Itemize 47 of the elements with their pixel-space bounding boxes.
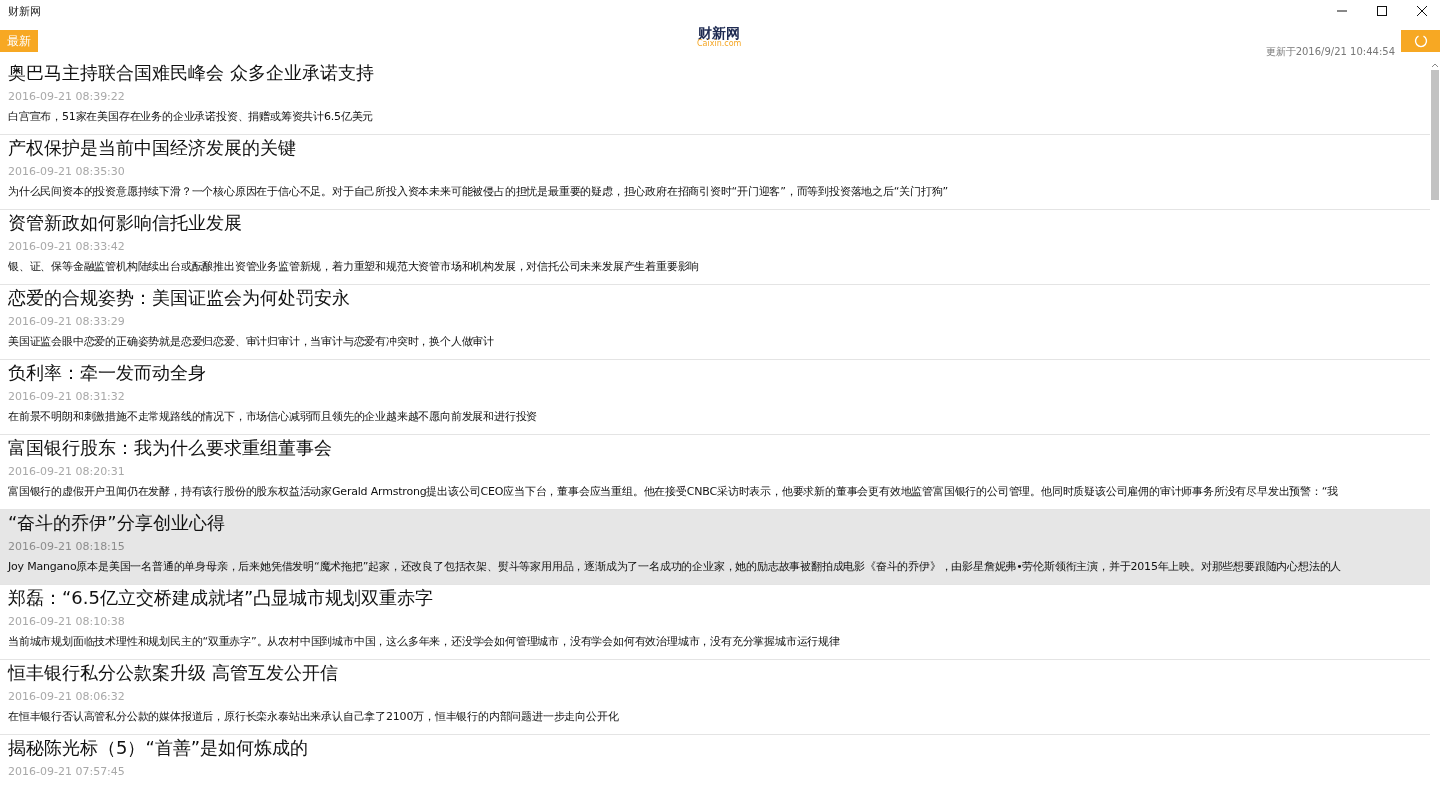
article-summary: Joy Mangano原本是美国一名普通的单身母亲，后来她凭借发明“魔术拖把”起家，还改良了包括衣架、熨斗等家用用品，逐渐成为了一名成功的企业家，她的励志故事被翻拍成电影《奋斗的乔伊》，由影星詹妮弗•劳伦斯领衔主演，并于2015年上映。对那些想要跟随内心想法的人 xyxy=(8,559,1342,575)
logo: 财新网 Caixin.com xyxy=(697,26,742,48)
article-summary: 美国证监会眼中恋爱的正确姿势就是恋爱归恋爱、审计归审计，当审计与恋爱有冲突时，换个人做审计 xyxy=(8,334,494,350)
article-time: 2016-09-21 08:33:42 xyxy=(8,240,125,254)
article-summary: 白宫宣布，51家在美国存在业务的企业承诺投资、捐赠或筹资共计6.5亿美元 xyxy=(8,109,374,125)
article-summary: 在恒丰银行否认高管私分公款的媒体报道后，原行长栾永泰站出来承认自己拿了2100万，恒丰银行的内部问题进一步走向公开化 xyxy=(8,709,619,725)
article-title: 奥巴马主持联合国难民峰会 众多企业承诺支持 xyxy=(8,61,374,85)
article-item[interactable]: 产权保护是当前中国经济发展的关键 2016-09-21 08:35:30 为什么民间资本的投资意愿持续下滑？一个核心原因在于信心不足。对于自己所投入资本未来可能被侵占的担忧是最重要的疑虑，担心政府在招商引资时“开门迎客”，而等到投资落地之后“关门打狗” xyxy=(0,135,1430,210)
article-time: 2016-09-21 08:06:32 xyxy=(8,690,125,704)
article-summary: 银、证、保等金融监管机构陆续出台或酝酿推出资管业务监管新规，着力重塑和规范大资管市场和机构发展，对信托公司未来发展产生着重要影响 xyxy=(8,259,700,275)
article-time: 2016-09-21 08:18:15 xyxy=(8,540,125,554)
maximize-icon[interactable] xyxy=(1376,5,1388,17)
refresh-button[interactable] xyxy=(1401,30,1440,52)
article-item[interactable]: 恋爱的合规姿势：美国证监会为何处罚安永 2016-09-21 08:33:29 美国证监会眼中恋爱的正确姿势就是恋爱归恋爱、审计归审计，当审计与恋爱有冲突时，换个人做审计 xyxy=(0,285,1430,360)
article-summary: 当前城市规划面临技术理性和规划民主的“双重赤字”。从农村中国到城市中国，这么多年来，还没学会如何管理城市，没有学会如何有效治理城市，没有充分掌握城市运行规律 xyxy=(8,634,840,650)
article-title: “奋斗的乔伊”分享创业心得 xyxy=(8,511,225,535)
scroll-up-icon[interactable] xyxy=(1431,62,1439,68)
article-title: 恋爱的合规姿势：美国证监会为何处罚安永 xyxy=(8,286,350,310)
article-title: 负利率：牵一发而动全身 xyxy=(8,361,206,385)
article-time: 2016-09-21 08:10:38 xyxy=(8,615,125,629)
article-time: 2016-09-21 08:20:31 xyxy=(8,465,125,479)
article-item[interactable]: “奋斗的乔伊”分享创业心得 2016-09-21 08:18:15 Joy Mangano原本是美国一名普通的单身母亲，后来她凭借发明“魔术拖把”起家，还改良了包括衣架、熨斗等家用用品，逐渐成为了一名成功的企业家，她的励志故事被翻拍成电影《奋斗的乔伊》，由影星詹妮弗•劳伦斯领衔主演，并于2015年上映。对那些想要跟随内心想法的人 xyxy=(0,510,1430,585)
scrollbar-thumb[interactable] xyxy=(1431,70,1439,200)
article-time: 2016-09-21 07:57:45 xyxy=(8,765,125,779)
article-title: 资管新政如何影响信托业发展 xyxy=(8,211,242,235)
article-time: 2016-09-21 08:39:22 xyxy=(8,90,125,104)
article-title: 郑磊：“6.5亿立交桥建成就堵”凸显城市规划双重赤字 xyxy=(8,586,434,610)
article-summary: 为什么民间资本的投资意愿持续下滑？一个核心原因在于信心不足。对于自己所投入资本未来可能被侵占的担忧是最重要的疑虑，担心政府在招商引资时“开门迎客”，而等到投资落地之后“关门打狗” xyxy=(8,184,948,200)
article-item[interactable]: 郑磊：“6.5亿立交桥建成就堵”凸显城市规划双重赤字 2016-09-21 08:10:38 当前城市规划面临技术理性和规划民主的“双重赤字”。从农村中国到城市中国，这么多年来，还没学会如何管理城市，没有学会如何有效治理城市，没有充分掌握城市运行规律 xyxy=(0,585,1430,660)
article-time: 2016-09-21 08:33:29 xyxy=(8,315,125,329)
window-title: 财新网 xyxy=(8,3,41,19)
article-title: 富国银行股东：我为什么要求重组董事会 xyxy=(8,436,332,460)
article-title: 揭秘陈光标（5）“首善”是如何炼成的 xyxy=(8,736,309,760)
article-item[interactable]: 奥巴马主持联合国难民峰会 众多企业承诺支持 2016-09-21 08:39:22 白宫宣布，51家在美国存在业务的企业承诺投资、捐赠或筹资共计6.5亿美元 xyxy=(0,60,1430,135)
update-time: 更新于2016/9/21 10:44:54 xyxy=(1265,45,1395,59)
close-icon[interactable] xyxy=(1416,5,1428,17)
article-time: 2016-09-21 08:31:32 xyxy=(8,390,125,404)
article-title: 恒丰银行私分公款案升级 高管互发公开信 xyxy=(8,661,338,685)
article-summary: 在前景不明朗和刺激措施不走常规路线的情况下，市场信心减弱而且领先的企业越来越不愿向前发展和进行投资 xyxy=(8,409,538,425)
article-time: 2016-09-21 08:35:30 xyxy=(8,165,125,179)
article-item[interactable]: 资管新政如何影响信托业发展 2016-09-21 08:33:42 银、证、保等金融监管机构陆续出台或酝酿推出资管业务监管新规，着力重塑和规范大资管市场和机构发展，对信托公司未来发展产生着重要影响 xyxy=(0,210,1430,285)
article-item[interactable]: 恒丰银行私分公款案升级 高管互发公开信 2016-09-21 08:06:32 在恒丰银行否认高管私分公款的媒体报道后，原行长栾永泰站出来承认自己拿了2100万，恒丰银行的内部问题进一步走向公开化 xyxy=(0,660,1430,735)
refresh-icon xyxy=(1413,34,1428,48)
article-item[interactable]: 负利率：牵一发而动全身 2016-09-21 08:31:32 在前景不明朗和刺激措施不走常规路线的情况下，市场信心减弱而且领先的企业越来越不愿向前发展和进行投资 xyxy=(0,360,1430,435)
article-item[interactable]: 揭秘陈光标（5）“首善”是如何炼成的 2016-09-21 07:57:45 xyxy=(0,735,1430,785)
article-title: 产权保护是当前中国经济发展的关键 xyxy=(8,136,296,160)
article-summary: 富国银行的虚假开户丑闻仍在发酵，持有该行股份的股东权益活动家Gerald Armstrong提出该公司CEO应当下台，董事会应当重组。他在接受CNBC采访时表示，他要求新的董事会更有效地监管富国银行的公司管理。他同时质疑该公司雇佣的审计师事务所没有尽早发出预警：“我 xyxy=(8,484,1338,500)
